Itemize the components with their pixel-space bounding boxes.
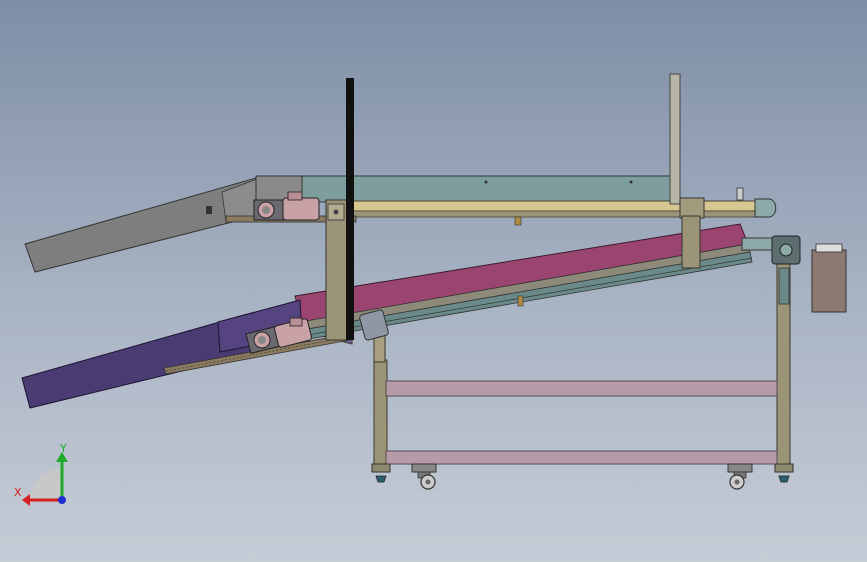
left-foot-plate — [371, 463, 391, 473]
upper-chute-bolt — [206, 206, 212, 214]
caster-right[interactable] — [727, 463, 753, 490]
upper-fastener — [514, 216, 522, 226]
left-front-leg[interactable] — [373, 359, 388, 469]
vertical-mast[interactable] — [346, 78, 354, 340]
control-box[interactable] — [811, 243, 847, 313]
triad-y-label: Y — [59, 442, 67, 455]
triad-x-label: X — [14, 486, 22, 499]
upper-tail-pin — [736, 187, 744, 201]
conveyor-assembly-model[interactable]: Y X — [0, 0, 867, 562]
upper-end-support[interactable] — [681, 215, 701, 269]
upper-cross-bar[interactable] — [385, 380, 778, 397]
upper-tail-post[interactable] — [669, 73, 681, 205]
upper-side-guard[interactable] — [299, 175, 671, 203]
left-leveling-foot — [375, 475, 387, 483]
central-bracket-plate[interactable] — [325, 199, 349, 341]
upper-end-bracket[interactable] — [679, 197, 705, 219]
central-support[interactable] — [325, 78, 354, 341]
right-leveling-foot — [778, 475, 790, 483]
caster-left[interactable] — [411, 463, 437, 490]
lower-cross-bar[interactable] — [385, 450, 778, 465]
lower-fastener — [517, 295, 524, 307]
right-leg-bracket — [778, 267, 790, 305]
cad-viewport[interactable]: Y X — [0, 0, 867, 562]
upper-tail-pulley[interactable] — [754, 198, 777, 218]
right-foot-plate — [774, 463, 794, 473]
coordinate-triad: Y X — [14, 442, 68, 506]
triad-z-axis — [58, 496, 66, 504]
